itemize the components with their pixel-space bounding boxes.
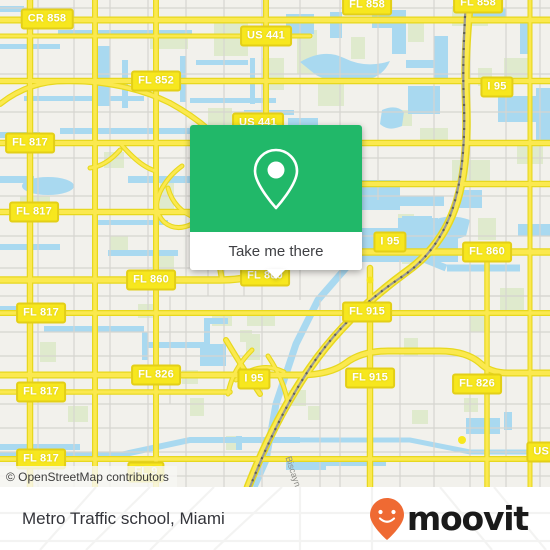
highway-shield: FL 817	[5, 132, 55, 154]
highway-shield: FL 826	[131, 364, 181, 386]
highway-shield: FL 860	[462, 241, 512, 263]
map-screen: CR 858 FL 858 FL 858 US 441 I 95 FL 852 FL 817…	[0, 0, 550, 550]
highway-shield: US 441	[240, 25, 292, 47]
highway-shield: I 95	[237, 368, 271, 390]
highway-shield: I 95	[480, 76, 514, 98]
moovit-brand[interactable]: moovit	[369, 497, 529, 541]
take-me-there-label[interactable]: Take me there	[190, 232, 362, 270]
moovit-pin-icon	[369, 497, 404, 540]
place-card-image	[190, 125, 362, 232]
highway-shield: FL 860	[126, 269, 176, 291]
moovit-wordmark: moovit	[406, 499, 529, 538]
place-title: Metro Traffic school, Miami	[22, 508, 225, 528]
highway-shield: US 1	[526, 441, 550, 463]
osm-attribution[interactable]: © OpenStreetMap contributors	[0, 466, 177, 487]
highway-shield: I 95	[373, 231, 407, 253]
map-pin-icon	[253, 148, 299, 209]
highway-shield: FL 858	[453, 0, 503, 14]
highway-shield: FL 817	[16, 381, 66, 403]
highway-shield: FL 817	[9, 201, 59, 223]
place-card-popup[interactable]: Take me there	[190, 125, 362, 279]
highway-shield: FL 817	[16, 302, 66, 324]
highway-shield: FL 858	[342, 0, 392, 16]
highway-shield: FL 915	[345, 367, 395, 389]
highway-shield: FL 915	[342, 301, 392, 323]
highway-shield: CR 858	[20, 8, 74, 30]
map-canvas[interactable]: CR 858 FL 858 FL 858 US 441 I 95 FL 852 FL 817…	[0, 0, 550, 487]
highway-shield: FL 852	[131, 70, 181, 92]
highway-shield: FL 826	[452, 373, 502, 395]
place-card-pointer	[266, 269, 286, 279]
footer-bar: Metro Traffic school, Miami moovit	[0, 487, 550, 550]
